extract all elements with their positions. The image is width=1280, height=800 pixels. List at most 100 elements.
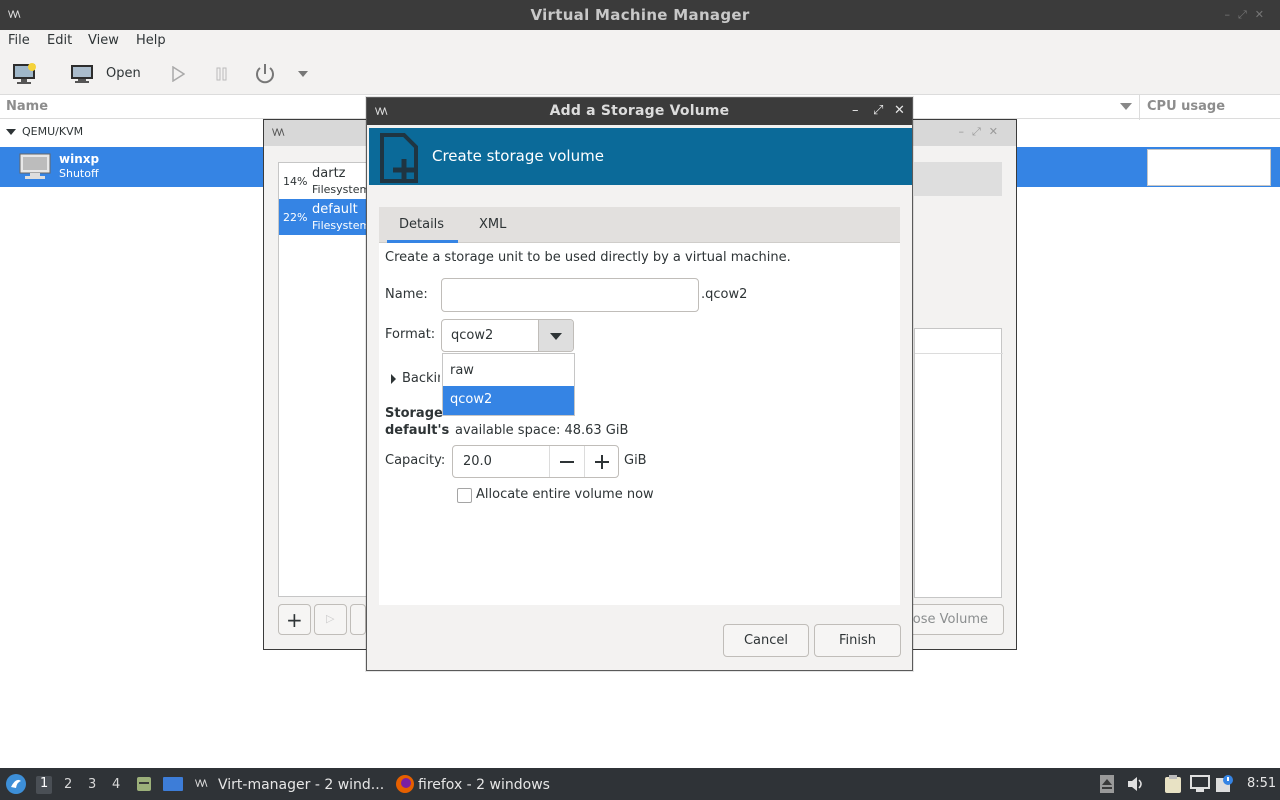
vm-name: winxp — [59, 152, 100, 166]
close-volume-label: Close Volume — [904, 612, 988, 627]
pool-name: dartz — [312, 166, 346, 181]
dialog-titlebar: \/\/\ Add a Storage Volume – ⤢ ✕ — [367, 98, 912, 125]
format-combo[interactable]: qcow2 — [441, 319, 574, 352]
expander-icon[interactable] — [391, 374, 396, 384]
menu-edit[interactable]: Edit — [47, 33, 72, 48]
dialog-banner: Create storage volume — [369, 128, 912, 185]
workspace-1[interactable]: 1 — [36, 776, 53, 794]
maximize-icon[interactable]: ⤢ — [1238, 8, 1255, 21]
tab-xml[interactable]: XML — [469, 207, 514, 243]
column-cpu-usage[interactable]: CPU usage — [1147, 99, 1225, 114]
storage-heading: Storage Volume Quota — [385, 406, 445, 421]
play-icon: ▷ — [326, 612, 335, 625]
pool-item[interactable]: 14% dartz Filesystem — [279, 163, 368, 199]
cancel-button[interactable]: Cancel — [723, 624, 809, 657]
task-virt-manager[interactable]: Virt-manager - 2 wind... — [218, 777, 384, 793]
format-option-qcow2[interactable]: qcow2 — [443, 386, 574, 415]
description-text: Create a storage unit to be used directl… — [385, 250, 791, 265]
minimize-icon[interactable]: – — [1224, 8, 1238, 21]
stop-pool-button[interactable] — [350, 604, 366, 635]
task-firefox[interactable]: firefox - 2 windows — [418, 777, 550, 793]
close-volume-button[interactable]: Close Volume — [904, 604, 1004, 635]
tab-bar: Details XML — [379, 207, 900, 243]
close-icon[interactable]: ✕ — [894, 103, 905, 118]
connection-label: QEMU/KVM — [22, 125, 84, 138]
format-option-raw[interactable]: raw — [443, 357, 574, 386]
add-pool-button[interactable]: + — [278, 604, 311, 635]
allocate-checkbox[interactable] — [457, 488, 472, 503]
maximize-icon[interactable]: ⤢ — [873, 103, 883, 118]
column-name[interactable]: Name — [6, 99, 48, 114]
pool-item[interactable]: 22% default Filesystem — [279, 199, 367, 235]
start-pool-button[interactable]: ▷ — [314, 604, 347, 635]
clock[interactable]: 8:51 — [1247, 776, 1276, 791]
minimize-icon[interactable]: – — [852, 103, 859, 118]
network-icon[interactable] — [1190, 775, 1210, 793]
window-controls[interactable]: –⤢✕ — [1224, 8, 1272, 22]
backing-store-expander[interactable]: Backing store — [402, 371, 440, 386]
new-volume-icon — [380, 133, 418, 183]
capacity-unit: GiB — [624, 453, 647, 468]
volume-name-input[interactable] — [441, 278, 699, 312]
menu-view[interactable]: View — [88, 33, 119, 48]
pause-icon[interactable] — [215, 67, 229, 81]
open-button-label[interactable]: Open — [106, 66, 141, 81]
file-manager-icon[interactable] — [136, 776, 152, 792]
workspace-3[interactable]: 3 — [88, 777, 96, 792]
taskbar: 1 2 3 4 \/\/\ Virt-manager - 2 wind... f… — [0, 768, 1280, 800]
toolbar: Open — [0, 52, 1280, 94]
volume-icon[interactable] — [1127, 776, 1145, 792]
new-vm-icon[interactable] — [12, 62, 38, 86]
allocate-label[interactable]: Allocate entire volume now — [476, 487, 654, 502]
start-menu-icon[interactable] — [5, 773, 27, 795]
main-titlebar: \/\/\ Virtual Machine Manager –⤢✕ — [0, 0, 1280, 30]
monitor-icon[interactable] — [70, 64, 94, 84]
menu-file[interactable]: File — [8, 33, 30, 48]
clipboard-icon[interactable] — [1163, 774, 1183, 794]
capacity-spinner[interactable]: 20.0 — [452, 445, 619, 478]
column-dropdown-icon[interactable] — [1120, 103, 1132, 110]
cpu-usage-graph — [1147, 149, 1271, 186]
pool-type: Filesystem — [312, 183, 368, 196]
pool-usage: 22% — [283, 211, 308, 224]
add-storage-volume-dialog: \/\/\ Add a Storage Volume – ⤢ ✕ Create … — [366, 97, 913, 671]
pool-usage: 14% — [283, 175, 308, 188]
tab-details-label: Details — [399, 217, 445, 232]
increment-button[interactable] — [584, 446, 619, 477]
decrement-button[interactable] — [549, 446, 584, 477]
finish-button[interactable]: Finish — [814, 624, 901, 657]
capacity-value[interactable]: 20.0 — [463, 454, 492, 469]
desktop-icon[interactable] — [162, 776, 184, 792]
vmm-app-icon: \/\/\ — [272, 128, 284, 138]
expander-icon[interactable] — [6, 129, 16, 135]
dialog-title: Add a Storage Volume — [549, 103, 730, 119]
power-icon[interactable] — [253, 62, 277, 86]
banner-title: Create storage volume — [432, 147, 604, 165]
eject-icon[interactable] — [1099, 774, 1115, 794]
notification-icon[interactable] — [1215, 774, 1235, 794]
workspace-4[interactable]: 4 — [112, 777, 120, 792]
chevron-down-icon[interactable] — [297, 70, 309, 78]
storage-window-controls[interactable]: –⤢✕ — [958, 125, 1006, 139]
virt-manager-task-icon: \/\/\ — [195, 779, 207, 789]
pool-details — [914, 162, 1004, 598]
close-icon[interactable]: ✕ — [1255, 8, 1272, 21]
name-suffix: .qcow2 — [701, 287, 748, 302]
finish-label: Finish — [838, 633, 876, 648]
workspace-2[interactable]: 2 — [64, 777, 72, 792]
name-label: Name: — [385, 287, 428, 302]
run-icon[interactable] — [171, 66, 185, 82]
volume-table — [914, 328, 1003, 598]
format-label: Format: — [385, 327, 436, 342]
vm-monitor-icon — [19, 153, 51, 179]
column-separator — [1139, 95, 1140, 120]
tab-details[interactable]: Details — [387, 207, 458, 243]
window-title: Virtual Machine Manager — [530, 6, 750, 24]
chevron-down-icon — [550, 333, 562, 340]
menu-help[interactable]: Help — [136, 33, 166, 48]
pool-details-header — [914, 162, 1002, 196]
firefox-icon — [396, 775, 414, 793]
format-dropdown-button[interactable] — [538, 320, 573, 351]
cancel-label: Cancel — [743, 633, 789, 648]
format-dropdown-menu: raw qcow2 — [442, 353, 575, 416]
